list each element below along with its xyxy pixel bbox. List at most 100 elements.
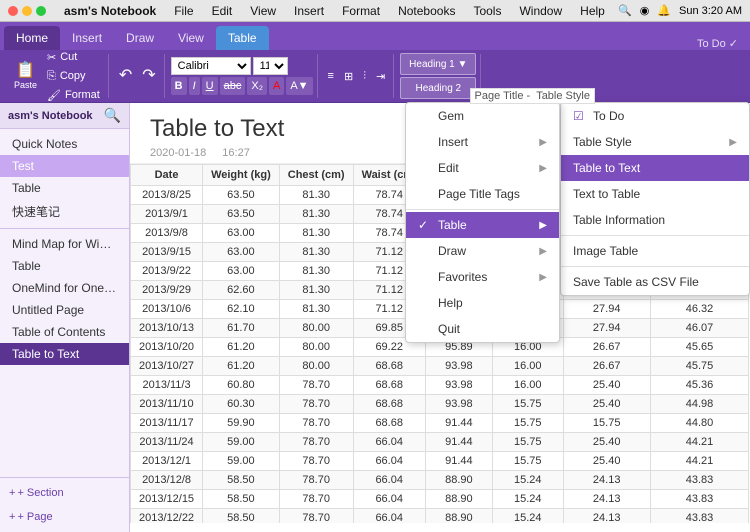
menu-edit[interactable]: Edit [204,2,241,20]
table-cell: 45.65 [650,338,748,357]
table-cell: 24.13 [563,490,650,509]
notification-icon[interactable]: 🔔 [657,4,671,17]
table-cell: 68.68 [353,357,425,376]
maximize-button[interactable] [36,6,46,16]
menu-tabletotext[interactable]: Table to Text [561,155,749,181]
table-cell: 2013/12/15 [131,490,203,509]
table-cell: 15.75 [492,395,563,414]
strikethrough-button[interactable]: abc [220,77,246,95]
indent-button[interactable]: ⇥ [372,68,389,85]
tab-table[interactable]: Table [216,26,269,50]
menu-tableinfo[interactable]: Table Information [561,207,749,233]
minimize-button[interactable] [22,6,32,16]
table-cell: 91.44 [425,452,492,471]
italic-button[interactable]: I [189,77,200,95]
notebook-title: asm's Notebook [8,110,93,122]
highlight-button[interactable]: A▼ [286,77,312,95]
menu-help[interactable]: Help [572,2,613,20]
cut-button[interactable]: ✂ Cut [43,49,104,66]
numbering-button[interactable]: ⊞ [340,68,357,85]
tab-view[interactable]: View [166,26,216,50]
app-name[interactable]: asm's Notebook [56,2,164,20]
search-icon[interactable]: 🔍 [618,4,632,17]
tab-draw[interactable]: Draw [114,26,166,50]
add-page-icon: + [9,511,15,523]
numbering-icon: ⊞ [344,70,353,83]
submenu-quit[interactable]: Quit [406,316,559,342]
menu-notebooks[interactable]: Notebooks [390,2,463,20]
submenu-insert[interactable]: Insert ▶ [406,129,559,155]
submenu-draw[interactable]: Draw ▶ [406,238,559,264]
submenu-favorites[interactable]: Favorites ▶ [406,264,559,290]
submenu-edit-label: Edit [438,161,459,175]
submenu-table-label: Table [438,218,467,232]
font-format-row: B I U abc X₂ A A▼ [171,77,313,95]
sidebar-item-table[interactable]: Table [0,177,129,199]
tab-home[interactable]: Home [4,26,60,50]
table-row: 2013/12/2258.5078.7066.0488.9015.2424.13… [131,509,749,524]
page-untitled[interactable]: Untitled Page [0,299,129,321]
sidebar-search-button[interactable]: 🔍 [104,107,121,124]
menu-tools[interactable]: Tools [465,2,509,20]
submenu-gem[interactable]: Gem [406,103,559,129]
menu-format[interactable]: Format [334,2,388,20]
page-table[interactable]: Table [0,255,129,277]
bullets-icon: ≡ [328,70,334,82]
table-cell: 2013/9/8 [131,224,203,243]
table-cell: 80.00 [279,338,353,357]
sidebar-item-quicknotes[interactable]: Quick Notes [0,133,129,155]
table-cell: 78.70 [279,414,353,433]
menu-imagetable[interactable]: Image Table [561,238,749,264]
format-icon: 🖌 [47,89,61,102]
format-button[interactable]: 🖌 Format [43,87,104,104]
font-size-select[interactable]: 11 [253,57,288,75]
table-cell: 46.32 [650,300,748,319]
page-tabletotext[interactable]: Table to Text [0,343,129,365]
sidebar-item-test[interactable]: Test [0,155,129,177]
tab-insert[interactable]: Insert [60,26,114,50]
menu-savecsv[interactable]: Save Table as CSV File [561,269,749,295]
table-cell: 91.44 [425,414,492,433]
underline-button[interactable]: U [202,77,218,95]
bold-button[interactable]: B [171,77,187,95]
heading2-button[interactable]: Heading 2 [400,77,476,99]
submenu-pagetitletags[interactable]: Page Title Tags [406,181,559,207]
siri-icon[interactable]: ◉ [640,4,650,17]
subscript-button[interactable]: X₂ [247,77,267,95]
page-onemind[interactable]: OneMind for OneNo... [0,277,129,299]
menu-file[interactable]: File [166,2,201,20]
menu-window[interactable]: Window [511,2,570,20]
table-cell: 81.30 [279,224,353,243]
submenu-edit[interactable]: Edit ▶ [406,155,559,181]
table-cell: 78.70 [279,395,353,414]
align-button[interactable]: ⫶ [359,68,370,85]
page-mindmap[interactable]: Mind Map for Wind... [0,233,129,255]
table-cell: 2013/10/13 [131,319,203,338]
close-button[interactable] [8,6,18,16]
font-family-select[interactable]: Calibri [171,57,251,75]
sidebar-item-notes[interactable]: 快速笔记 [0,199,129,224]
table-cell: 88.90 [425,471,492,490]
font-color-button[interactable]: A [269,77,284,95]
copy-button[interactable]: ⎘ Copy [43,68,104,85]
add-page-button[interactable]: + + Page [6,508,56,526]
table-cell: 2013/9/1 [131,205,203,224]
page-tableofcontents[interactable]: Table of Contents [0,321,129,343]
submenu-quit-label: Quit [438,322,460,336]
menu-todo[interactable]: ☑ To Do [561,103,749,129]
table-cell: 81.30 [279,243,353,262]
heading1-button[interactable]: Heading 1 ▼ [400,53,476,75]
submenu-help[interactable]: Help [406,290,559,316]
add-section-button[interactable]: + + Section [6,484,123,502]
table-row: 2013/10/2761.2080.0068.6893.9816.0026.67… [131,357,749,376]
menu-insert[interactable]: Insert [286,2,332,20]
menu-texttotable[interactable]: Text to Table [561,181,749,207]
menu-view[interactable]: View [242,2,284,20]
paste-button[interactable]: 📋 Paste [10,61,41,92]
redo-button[interactable]: ↷ [138,66,159,86]
bullets-button[interactable]: ≡ [324,68,338,84]
menu-tablestyle[interactable]: Table Style ▶ [561,129,749,155]
undo-button[interactable]: ↶ [115,66,136,86]
page-time: 16:27 [222,147,250,159]
submenu-table[interactable]: ✓ Table ▶ [406,212,559,238]
